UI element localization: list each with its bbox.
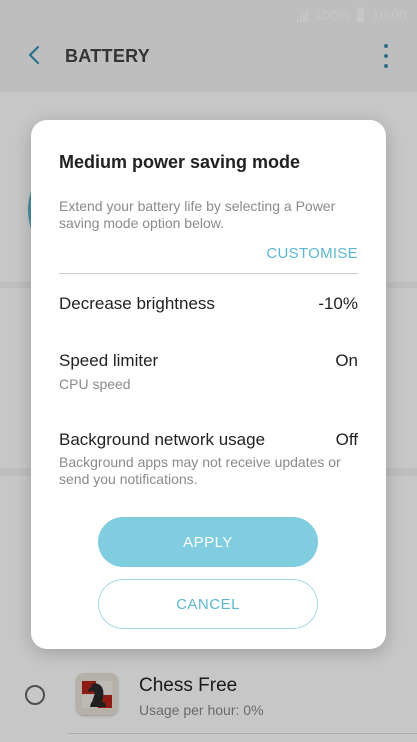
dialog-description: Extend your battery life by selecting a … [59,198,336,231]
setting-value-background-network: Off [335,430,358,449]
setting-value-brightness: -10% [318,294,358,313]
apply-button[interactable]: APPLY [98,517,318,567]
cancel-button[interactable]: CANCEL [98,579,318,629]
setting-label-brightness: Decrease brightness [59,294,215,313]
setting-label-speed-limiter: Speed limiter [59,351,159,370]
setting-value-speed-limiter: On [335,351,358,370]
setting-sub-speed-limiter: CPU speed [59,376,131,392]
dialog-title: Medium power saving mode [59,152,301,172]
dialog-divider [59,273,358,274]
customise-button[interactable]: CUSTOMISE [266,245,358,262]
power-saving-dialog: Medium power saving mode Extend your bat… [31,120,386,649]
setting-label-background-network: Background network usage [59,430,266,449]
setting-sub-background-network: Background apps may not receive updates … [59,454,341,487]
